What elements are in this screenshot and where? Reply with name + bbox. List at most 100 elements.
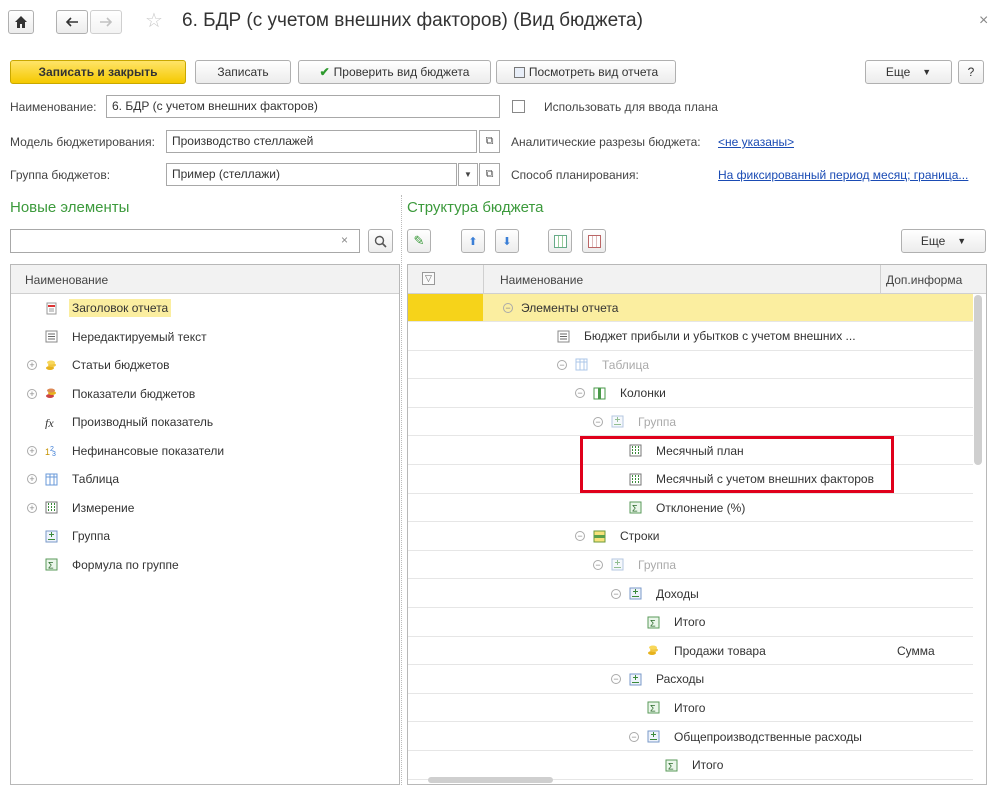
expand-icon[interactable]: + bbox=[27, 502, 37, 513]
report-icon bbox=[513, 66, 525, 78]
right-more-button[interactable]: Еще ▼ bbox=[901, 229, 986, 253]
add-element-button[interactable] bbox=[548, 229, 572, 253]
arrow-up-icon: ⬆ bbox=[468, 235, 478, 248]
tree-row[interactable]: Бюджет прибыли и убытков с учетом внешни… bbox=[408, 323, 973, 351]
expand-icon[interactable]: + bbox=[27, 360, 37, 370]
search-input[interactable] bbox=[10, 229, 360, 253]
left-list-item-label: Показатели бюджетов bbox=[72, 386, 196, 401]
expand-icon[interactable]: + bbox=[27, 388, 37, 399]
view-report-button[interactable]: Посмотреть вид отчета bbox=[496, 60, 676, 84]
open-group-icon[interactable]: ⧉ bbox=[479, 163, 500, 186]
collapse-icon[interactable]: − bbox=[575, 388, 585, 399]
tree-row[interactable]: − Группа bbox=[408, 551, 973, 580]
star-icon[interactable]: ☆ bbox=[145, 11, 163, 31]
move-up-button[interactable]: ⬆ bbox=[461, 229, 485, 253]
tree-row-content: − Группа bbox=[593, 408, 676, 435]
left-list-item[interactable]: fx Производный показатель bbox=[11, 408, 399, 436]
filter-icon[interactable]: ▽ bbox=[422, 272, 435, 285]
view-report-label: Посмотреть вид отчета bbox=[528, 65, 659, 79]
expand-icon[interactable]: + bbox=[27, 445, 37, 456]
tree-row-info: Сумма bbox=[897, 644, 935, 659]
arrow-right-icon bbox=[100, 17, 113, 27]
collapse-icon[interactable]: − bbox=[611, 588, 621, 599]
method-link[interactable]: На фиксированный период месяц; граница..… bbox=[718, 168, 986, 182]
tree-row[interactable]: − Колонки bbox=[408, 380, 973, 408]
tree-row[interactable]: − Доходы bbox=[408, 580, 973, 608]
left-list-item[interactable]: Нередактируемый текст bbox=[11, 323, 399, 351]
home-button[interactable] bbox=[8, 10, 34, 34]
left-list-item[interactable]: Группа bbox=[11, 522, 399, 550]
collapse-icon[interactable]: − bbox=[629, 731, 639, 742]
selection-marker bbox=[408, 294, 483, 321]
name-field[interactable]: 6. БДР (с учетом внешних факторов) bbox=[106, 95, 500, 118]
group-field[interactable]: Пример (стеллажи) bbox=[166, 163, 457, 186]
help-button[interactable]: ? bbox=[958, 60, 984, 84]
model-label: Модель бюджетирования: bbox=[10, 135, 155, 149]
use-for-plan-checkbox[interactable] bbox=[512, 100, 525, 113]
model-field[interactable]: Производство стеллажей bbox=[166, 130, 477, 153]
collapse-icon[interactable]: − bbox=[557, 359, 567, 370]
more-button[interactable]: Еще ▼ bbox=[865, 60, 952, 84]
tree-row[interactable]: Σ Итого bbox=[408, 609, 973, 637]
expand-icon[interactable]: + bbox=[27, 474, 37, 484]
tree-row[interactable]: − Элементы отчета bbox=[408, 294, 973, 322]
left-list-item[interactable]: + Измерение bbox=[11, 494, 399, 522]
home-icon bbox=[15, 16, 27, 28]
header-divider bbox=[880, 265, 881, 294]
collapse-icon[interactable]: − bbox=[593, 559, 603, 570]
back-button[interactable] bbox=[56, 10, 88, 34]
coins-red-icon bbox=[45, 387, 58, 400]
search-button[interactable] bbox=[368, 229, 393, 253]
tree-row-label: Колонки bbox=[620, 386, 666, 401]
group-dropdown-button[interactable]: ▼ bbox=[458, 163, 478, 186]
tree-row[interactable]: − Группа bbox=[408, 408, 973, 437]
left-list-item[interactable]: + Таблица bbox=[11, 465, 399, 493]
collapse-icon[interactable]: − bbox=[611, 674, 621, 685]
horizontal-scrollbar[interactable] bbox=[428, 777, 553, 783]
tree-row-label: Группа bbox=[638, 414, 677, 429]
sections-link[interactable]: <не указаны> bbox=[718, 135, 794, 149]
tree-row[interactable]: Продажи товара Сумма bbox=[408, 637, 973, 666]
collapse-icon[interactable]: − bbox=[593, 416, 603, 427]
arrow-left-icon bbox=[65, 17, 78, 27]
delete-element-button[interactable] bbox=[582, 229, 606, 253]
check-budget-button[interactable]: ✔ Проверить вид бюджета bbox=[298, 60, 491, 84]
svg-text:fx: fx bbox=[45, 416, 54, 429]
search-icon bbox=[374, 235, 387, 248]
tree-row-content: Σ Отклонение (%) bbox=[611, 494, 745, 521]
tree-row[interactable]: − Расходы bbox=[408, 666, 973, 694]
numbers-icon: 123 bbox=[45, 444, 58, 458]
left-list-item[interactable]: + Показатели бюджетов bbox=[11, 380, 399, 408]
group-icon bbox=[629, 673, 642, 686]
table-icon bbox=[45, 473, 58, 486]
svg-text:Σ: Σ bbox=[650, 704, 656, 714]
close-icon[interactable]: × bbox=[979, 12, 988, 30]
sections-label: Аналитические разрезы бюджета: bbox=[511, 135, 701, 149]
clear-search-icon[interactable]: × bbox=[341, 233, 348, 247]
splitter[interactable] bbox=[401, 195, 403, 785]
group-icon bbox=[45, 530, 58, 543]
forward-button[interactable] bbox=[90, 10, 122, 34]
edit-button[interactable]: ✎ bbox=[407, 229, 431, 253]
save-button[interactable]: Записать bbox=[195, 60, 291, 84]
left-list-item[interactable]: +1 2 3 Нефинансовые показатели bbox=[11, 437, 399, 465]
left-list-item[interactable]: Σ Формула по группе bbox=[11, 551, 399, 579]
tree-row[interactable]: − Строки bbox=[408, 523, 973, 551]
tree-row[interactable]: − Общепроизводственные расходы bbox=[408, 723, 973, 751]
group-label: Группа бюджетов: bbox=[10, 168, 111, 182]
save-and-close-button[interactable]: Записать и закрыть bbox=[10, 60, 186, 84]
collapse-icon[interactable]: − bbox=[575, 531, 585, 542]
tree-row[interactable]: Σ Отклонение (%) bbox=[408, 494, 973, 523]
left-list-item[interactable]: + Статьи бюджетов bbox=[11, 351, 399, 379]
tree-row-content: − Элементы отчета bbox=[503, 294, 618, 321]
tree-row[interactable]: Σ Итого bbox=[408, 752, 973, 780]
collapse-icon[interactable]: − bbox=[503, 302, 513, 313]
tree-row[interactable]: Σ Итого bbox=[408, 694, 973, 723]
help-label: ? bbox=[967, 65, 975, 79]
move-down-button[interactable]: ⬇ bbox=[495, 229, 519, 253]
open-model-icon[interactable]: ⧉ bbox=[479, 130, 500, 153]
tree-row-label: Итого bbox=[692, 758, 724, 773]
tree-row[interactable]: − Таблица bbox=[408, 351, 973, 380]
vertical-scrollbar[interactable] bbox=[974, 295, 982, 465]
left-list-item[interactable]: Заголовок отчета bbox=[11, 294, 399, 322]
